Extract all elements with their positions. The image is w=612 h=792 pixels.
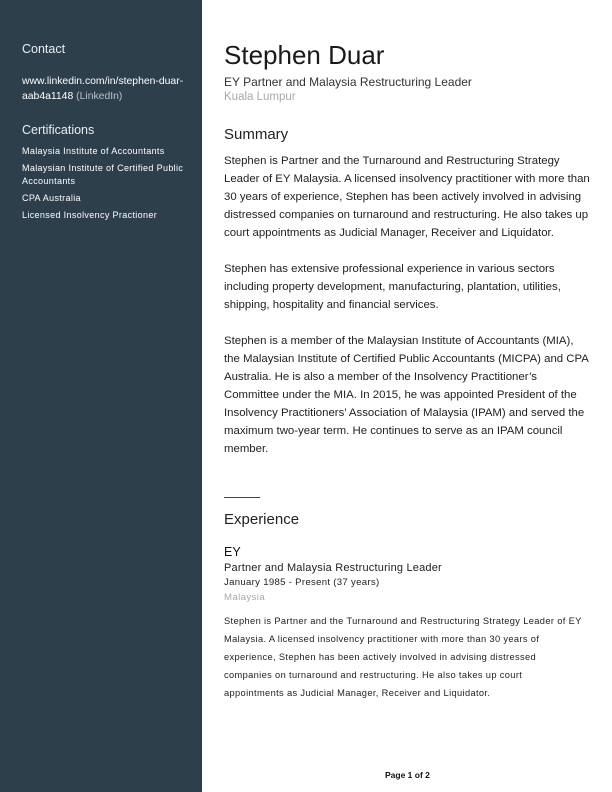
summary-paragraph: Stephen is a member of the Malaysian Ins… (224, 335, 589, 455)
sidebar: Contact www.linkedin.com/in/stephen-duar… (0, 0, 202, 792)
experience-role: Partner and Malaysia Restructuring Leade… (224, 562, 442, 574)
experience-description: Stephen is Partner and the Turnaround an… (224, 616, 582, 698)
experience-location: Malaysia (224, 592, 266, 603)
summary-paragraph: Stephen is Partner and the Turnaround an… (224, 155, 590, 239)
experience-dates: January 1985 - Present (37 years) (224, 577, 380, 588)
certification-item: Malaysian Institute of Certified Public … (22, 163, 184, 186)
experience-company: EY (224, 545, 241, 559)
page-number: Page 1 of 2 (385, 770, 430, 780)
summary-text: Stephen is Partner and the Turnaround an… (224, 152, 590, 476)
profile-headline: EY Partner and Malaysia Restructuring Le… (224, 75, 472, 89)
certifications-list: Malaysia Institute of Accountants Malays… (22, 145, 200, 226)
certifications-heading: Certifications (22, 123, 95, 137)
profile-location: Kuala Lumpur (224, 91, 296, 103)
section-divider (224, 497, 260, 498)
summary-heading: Summary (224, 126, 289, 143)
linkedin-tag: (LinkedIn) (76, 91, 123, 102)
certification-item: Licensed Insolvency Practioner (22, 210, 158, 220)
linkedin-link[interactable]: www.linkedin.com/in/stephen-duar-aab4a11… (22, 74, 197, 104)
profile-name: Stephen Duar (224, 40, 385, 70)
summary-paragraph: Stephen has extensive professional exper… (224, 263, 561, 311)
certification-item: CPA Australia (22, 193, 81, 203)
certification-item: Malaysia Institute of Accountants (22, 146, 165, 156)
experience-heading: Experience (224, 511, 300, 528)
contact-heading: Contact (22, 42, 66, 56)
